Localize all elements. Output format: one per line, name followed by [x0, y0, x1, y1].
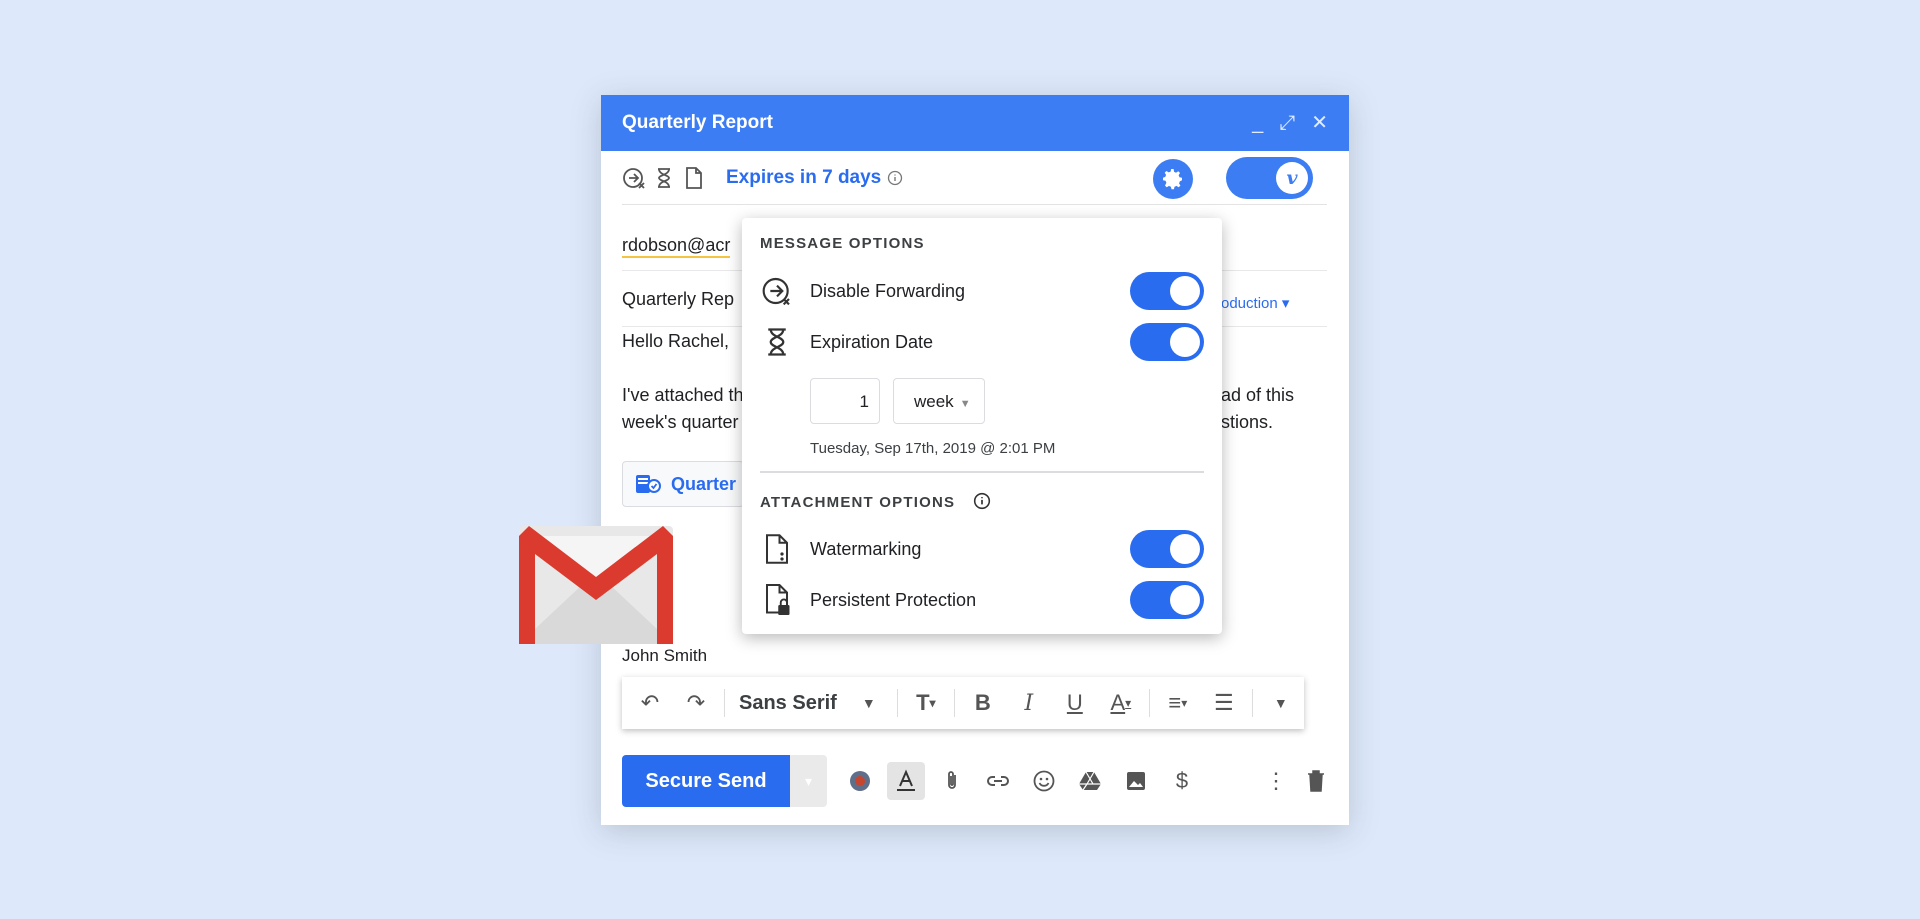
- undo-icon[interactable]: ↶: [632, 685, 668, 721]
- message-options-popup: MESSAGE OPTIONS Disable Forwarding Expir…: [742, 218, 1222, 634]
- body-line-2: week's quarter: [622, 412, 739, 432]
- toolbar-separator: [1251, 689, 1253, 717]
- minimize-icon[interactable]: _: [1252, 113, 1263, 133]
- watermarking-row: Watermarking: [760, 529, 1204, 569]
- disable-forwarding-row: Disable Forwarding: [760, 271, 1204, 311]
- body-line-1-right: ad of this: [1221, 385, 1295, 405]
- recipient-chip[interactable]: rdobson@acr: [622, 221, 731, 258]
- font-size-icon[interactable]: T ▾: [908, 685, 944, 721]
- virtru-toggle-knob: v: [1276, 162, 1308, 194]
- numbered-list-icon[interactable]: ☰: [1206, 685, 1242, 721]
- insert-link-icon[interactable]: [979, 762, 1017, 800]
- secure-send-button[interactable]: Secure Send: [622, 755, 790, 807]
- expiration-amount-input[interactable]: 1: [810, 378, 880, 424]
- protected-file-icon: [636, 475, 661, 493]
- expiration-date-label: Expiration Date: [810, 331, 934, 352]
- expiration-datetime: Tuesday, Sep 17th, 2019 @ 2:01 PM: [810, 440, 1056, 457]
- bold-icon[interactable]: B: [965, 685, 1001, 721]
- body-paragraph-right: ad of this stions.: [1221, 382, 1294, 436]
- align-icon[interactable]: ≡ ▾: [1160, 685, 1196, 721]
- body-greeting: Hello Rachel,: [622, 331, 730, 351]
- body-line-1: I've attached th: [622, 385, 744, 405]
- italic-icon[interactable]: I: [1011, 685, 1047, 721]
- close-icon[interactable]: ✕: [1311, 113, 1328, 133]
- attachment-chip[interactable]: Quarter: [622, 461, 744, 507]
- attachment-options-title: ATTACHMENT OPTIONS: [760, 492, 991, 511]
- expiration-date-toggle[interactable]: [1130, 323, 1204, 361]
- text-color-icon[interactable]: A ▾: [1103, 685, 1139, 721]
- font-family-select[interactable]: Sans Serif: [739, 692, 837, 715]
- persistent-protection-label: Persistent Protection: [810, 589, 977, 610]
- persistent-protection-toggle[interactable]: [1130, 581, 1204, 619]
- disable-forwarding-toggle[interactable]: [1130, 272, 1204, 310]
- formatting-options-icon[interactable]: [887, 762, 925, 800]
- message-options-title: MESSAGE OPTIONS: [760, 235, 925, 252]
- dollar-icon[interactable]: $: [1163, 762, 1201, 800]
- disable-forwarding-icon: [623, 167, 645, 189]
- watermarking-label: Watermarking: [810, 538, 922, 559]
- persistent-protection-row: Persistent Protection: [760, 580, 1204, 620]
- expand-icon[interactable]: ⤢: [1279, 113, 1295, 133]
- virtru-badge-icon[interactable]: [841, 762, 879, 800]
- disable-forwarding-icon: [760, 274, 794, 308]
- template-dropdown[interactable]: roduction ▾: [1216, 294, 1289, 312]
- insert-photo-icon[interactable]: [1117, 762, 1155, 800]
- more-formatting-icon[interactable]: ▼: [1263, 685, 1299, 721]
- virtru-protection-toggle[interactable]: v: [1226, 157, 1313, 199]
- options-divider: [760, 471, 1204, 473]
- attachment-label: Quarter: [671, 473, 737, 494]
- hourglass-icon: [760, 325, 794, 359]
- attach-file-icon[interactable]: [933, 762, 971, 800]
- settings-gear-button[interactable]: [1153, 159, 1193, 199]
- expires-label[interactable]: Expires in 7 days: [726, 167, 881, 189]
- redo-icon[interactable]: ↷: [678, 685, 714, 721]
- hourglass-icon: [658, 167, 670, 188]
- chevron-down-icon: ▼: [959, 398, 971, 410]
- watermarking-toggle[interactable]: [1130, 530, 1204, 568]
- send-row: Secure Send ▾ $ ⋮: [622, 755, 1327, 807]
- more-options-icon[interactable]: ⋮: [1265, 768, 1287, 794]
- google-drive-icon[interactable]: [1071, 762, 1109, 800]
- send-options-dropdown[interactable]: ▾: [790, 755, 827, 807]
- compose-titlebar: Quarterly Report _ ⤢ ✕: [601, 95, 1349, 151]
- trash-icon[interactable]: [1305, 769, 1327, 793]
- signature: John Smith: [622, 646, 708, 665]
- locked-document-icon: [760, 583, 794, 617]
- watermark-document-icon: [760, 532, 794, 566]
- emoji-icon[interactable]: [1025, 762, 1063, 800]
- info-icon[interactable]: [973, 492, 991, 510]
- formatting-toolbar: ↶ ↷ Sans Serif ▼ T ▾ B I U A ▾ ≡ ▾ ☰ ▼: [622, 677, 1304, 729]
- expiration-unit-value: week: [914, 392, 954, 411]
- gmail-logo-icon: [519, 526, 673, 644]
- underline-icon[interactable]: U: [1057, 685, 1093, 721]
- toolbar-separator: [724, 689, 725, 717]
- gear-icon: [1163, 169, 1182, 190]
- toolbar-separator: [896, 689, 898, 717]
- virtru-bar: Expires in 7 days v: [622, 151, 1327, 205]
- toolbar-separator: [953, 689, 955, 717]
- info-icon[interactable]: [887, 170, 903, 186]
- body-paragraph-left: I've attached th week's quarter: [622, 382, 744, 436]
- font-dropdown-icon[interactable]: ▼: [851, 685, 887, 721]
- body-line-2-right: stions.: [1221, 412, 1274, 432]
- expiration-unit-select[interactable]: week ▼: [893, 378, 985, 424]
- document-icon: [686, 166, 702, 189]
- compose-title: Quarterly Report: [622, 112, 773, 133]
- toolbar-separator: [1148, 689, 1150, 717]
- expiration-date-row: Expiration Date: [760, 322, 1204, 362]
- disable-forwarding-label: Disable Forwarding: [810, 280, 966, 301]
